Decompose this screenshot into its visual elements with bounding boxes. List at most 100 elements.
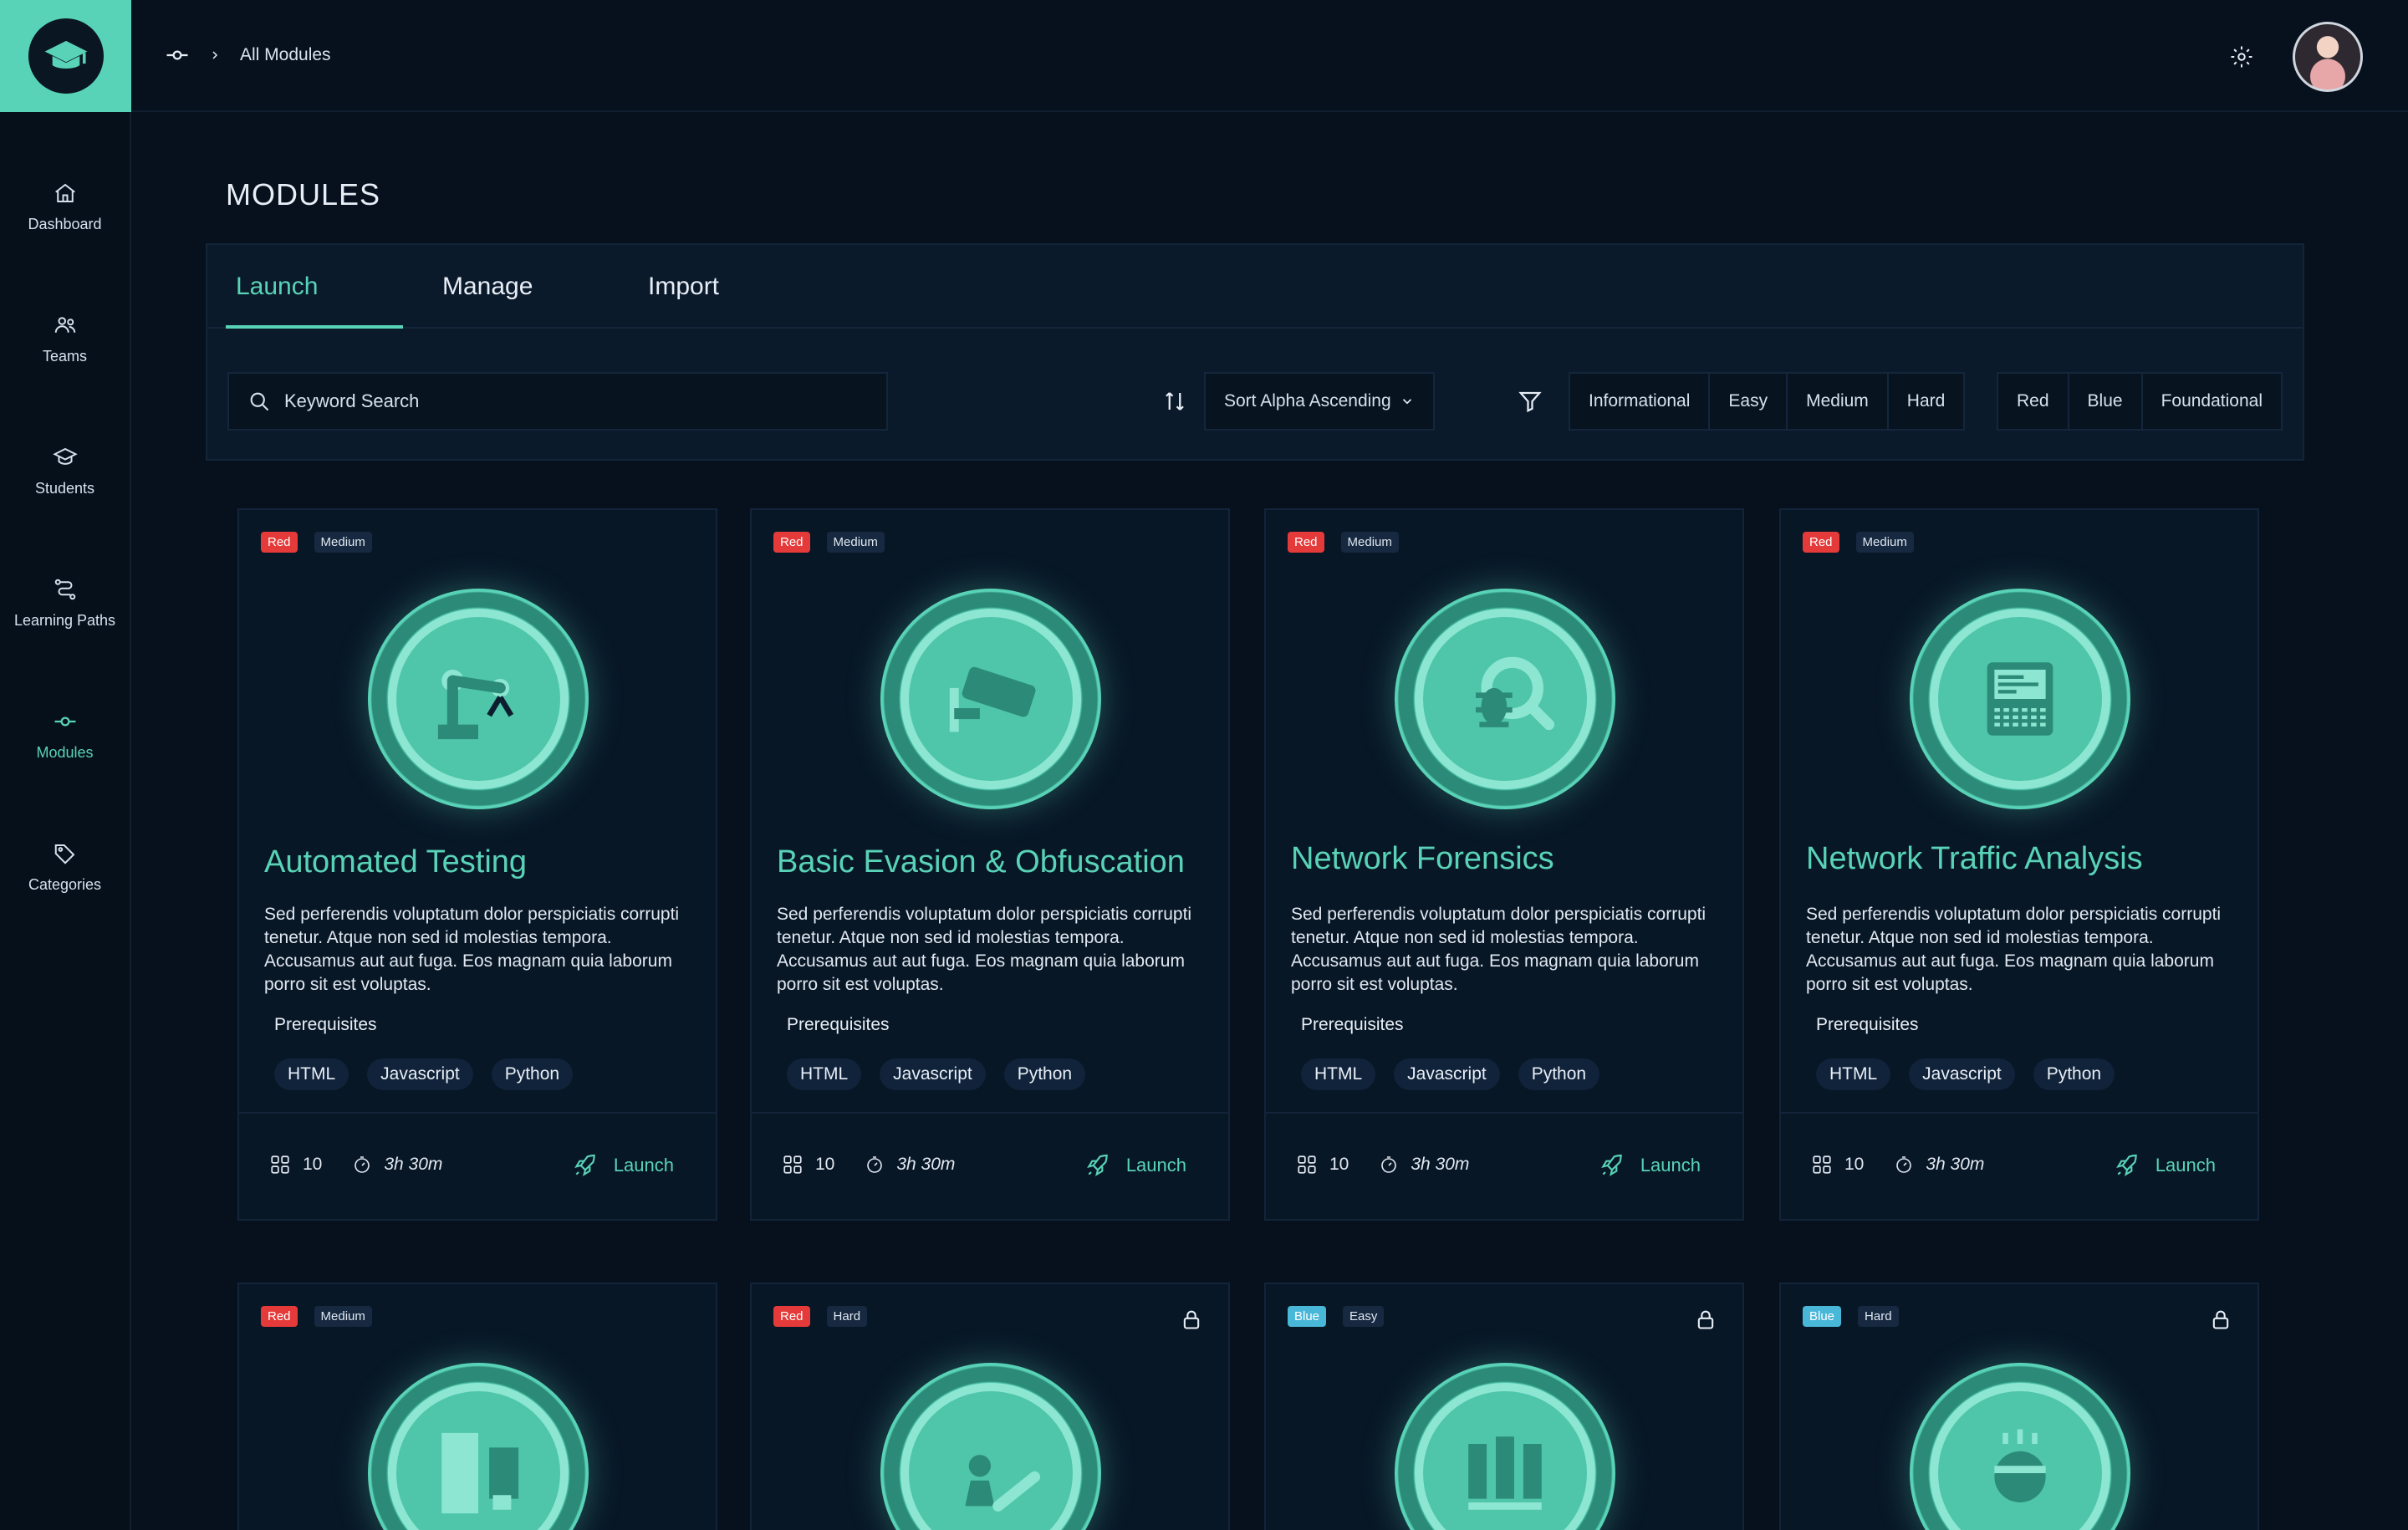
tag-difficulty: Medium <box>1855 532 1914 553</box>
breadcrumb-current[interactable]: All Modules <box>240 45 331 65</box>
sidebar-item-learning-paths[interactable]: Learning Paths <box>0 537 130 669</box>
prereq-chip: HTML <box>1816 1058 1891 1090</box>
module-card[interactable]: Red Medium <box>237 1283 717 1530</box>
team-filter-group: Red Blue Foundational <box>1997 372 2283 431</box>
module-card[interactable]: Blue Easy <box>1264 1283 1744 1530</box>
breadcrumb: All Modules <box>165 43 331 68</box>
module-card[interactable]: Red Medium Network Traffic Analysis Sed … <box>1779 508 2259 1221</box>
sidebar-item-dashboard[interactable]: Dashboard <box>0 140 130 273</box>
prerequisites-label: Prerequisites <box>1301 1015 1404 1034</box>
tab-import[interactable]: Import <box>648 245 719 329</box>
card-title[interactable]: Basic Evasion & Obfuscation <box>777 844 1185 880</box>
card-footer: 10 3h 30m Launch <box>239 1112 716 1221</box>
filter-foundational[interactable]: Foundational <box>2143 374 2281 429</box>
sidebar-item-students[interactable]: Students <box>0 405 130 537</box>
launch-button[interactable]: Launch <box>1084 1152 1186 1179</box>
filter-easy[interactable]: Easy <box>1710 374 1788 429</box>
launch-label: Launch <box>613 1155 674 1176</box>
card-meta: 10 3h 30m <box>269 1154 442 1176</box>
filter-hard[interactable]: Hard <box>1889 374 1964 429</box>
module-card[interactable]: Red Medium Network Forensics Sed perfere… <box>1264 508 1744 1221</box>
prerequisite-chips: HTML Javascript Python <box>787 1058 1086 1090</box>
module-badge <box>880 589 1101 809</box>
grid-icon <box>1813 1155 1831 1174</box>
lock-icon <box>1697 1310 1714 1329</box>
rocket-icon <box>2115 1154 2137 1176</box>
page-title: MODULES <box>226 177 381 212</box>
duration: 3h 30m <box>384 1155 443 1174</box>
filter-blue[interactable]: Blue <box>2069 374 2143 429</box>
header-actions <box>2229 22 2363 92</box>
module-card[interactable]: Red Medium Basic Evasion & Obfuscation S… <box>750 508 1230 1221</box>
prerequisite-chips: HTML Javascript Python <box>1816 1058 2115 1090</box>
card-tags: Red Medium <box>261 1306 372 1327</box>
prerequisite-chips: HTML Javascript Python <box>274 1058 574 1090</box>
module-card[interactable]: Red Medium Automated Testing Sed perfere… <box>237 508 717 1221</box>
card-tags: Blue Easy <box>1288 1306 1385 1327</box>
sidebar-item-categories[interactable]: Categories <box>0 801 130 933</box>
search-input[interactable]: Keyword Search <box>227 372 888 431</box>
prereq-chip: HTML <box>274 1058 349 1090</box>
graduation-cap-icon <box>28 18 104 94</box>
launch-label: Launch <box>1640 1155 1701 1176</box>
exercise-count: 10 <box>1329 1155 1349 1174</box>
launch-label: Launch <box>1125 1155 1186 1176</box>
rocket-icon <box>574 1154 595 1176</box>
sidebar-item-label: Dashboard <box>28 215 102 232</box>
card-description: Sed perferendis voluptatum dolor perspic… <box>777 905 1192 994</box>
sort-dropdown[interactable]: Sort Alpha Ascending <box>1204 372 1435 431</box>
sidebar-item-teams[interactable]: Teams <box>0 273 130 405</box>
lock-icon <box>1183 1310 1200 1329</box>
filter-medium[interactable]: Medium <box>1788 374 1889 429</box>
card-footer: 10 3h 30m Launch <box>752 1112 1228 1221</box>
prereq-chip: Javascript <box>1394 1058 1500 1090</box>
sort-icon <box>1166 392 1184 411</box>
filter-button[interactable] <box>1505 374 1555 429</box>
bug-magnifier-icon <box>1415 609 1595 789</box>
launch-button[interactable]: Launch <box>1599 1152 1701 1179</box>
prerequisite-chips: HTML Javascript Python <box>1301 1058 1600 1090</box>
active-tab-indicator <box>226 325 403 329</box>
module-badge <box>1910 589 2130 809</box>
exercise-count: 10 <box>303 1155 323 1174</box>
prereq-chip: Javascript <box>1909 1058 2015 1090</box>
gear-icon[interactable] <box>2229 44 2254 69</box>
filter-informational[interactable]: Informational <box>1570 374 1711 429</box>
tag-difficulty: Hard <box>1858 1306 1899 1327</box>
servers-icon <box>1415 1383 1595 1530</box>
tag-blue: Blue <box>1803 1306 1842 1327</box>
sidebar-item-modules[interactable]: Modules <box>0 669 130 801</box>
tag-red: Red <box>261 532 298 553</box>
card-tags: Red Medium <box>261 532 372 553</box>
avatar[interactable] <box>2293 22 2363 92</box>
card-title[interactable]: Network Traffic Analysis <box>1806 841 2143 877</box>
tab-manage[interactable]: Manage <box>442 245 533 329</box>
duration: 3h 30m <box>896 1155 956 1174</box>
modules-panel: Launch Manage Import Keyword Search Sort… <box>206 243 2304 461</box>
launch-button[interactable]: Launch <box>572 1152 674 1179</box>
duration: 3h 30m <box>1926 1155 1985 1174</box>
prereq-chip: Python <box>491 1058 574 1090</box>
prereq-chip: HTML <box>1301 1058 1376 1090</box>
card-tags: Blue Hard <box>1803 1306 1899 1327</box>
card-description: Sed perferendis voluptatum dolor perspic… <box>264 905 680 994</box>
filter-icon <box>1518 391 1542 413</box>
sort-toggle-button[interactable] <box>1150 374 1199 429</box>
card-title[interactable]: Automated Testing <box>264 844 527 880</box>
filter-red[interactable]: Red <box>1998 374 2069 429</box>
module-card[interactable]: Red Hard <box>750 1283 1230 1530</box>
card-meta: 10 3h 30m <box>1811 1154 1984 1176</box>
tag-difficulty: Medium <box>1340 532 1399 553</box>
card-footer: 10 3h 30m Launch <box>1266 1112 1742 1221</box>
card-footer: 10 3h 30m Launch <box>1781 1112 2258 1221</box>
prerequisites-label: Prerequisites <box>1816 1015 1919 1034</box>
card-tags: Red Medium <box>1803 532 1914 553</box>
app-logo[interactable] <box>0 0 131 112</box>
duration: 3h 30m <box>1411 1155 1470 1174</box>
launch-button[interactable]: Launch <box>2114 1152 2216 1179</box>
module-card[interactable]: Blue Hard <box>1779 1283 2259 1530</box>
card-title[interactable]: Network Forensics <box>1291 841 1554 877</box>
prereq-chip: Python <box>2033 1058 2115 1090</box>
tab-launch[interactable]: Launch <box>236 245 318 329</box>
tag-difficulty: Medium <box>826 532 885 553</box>
